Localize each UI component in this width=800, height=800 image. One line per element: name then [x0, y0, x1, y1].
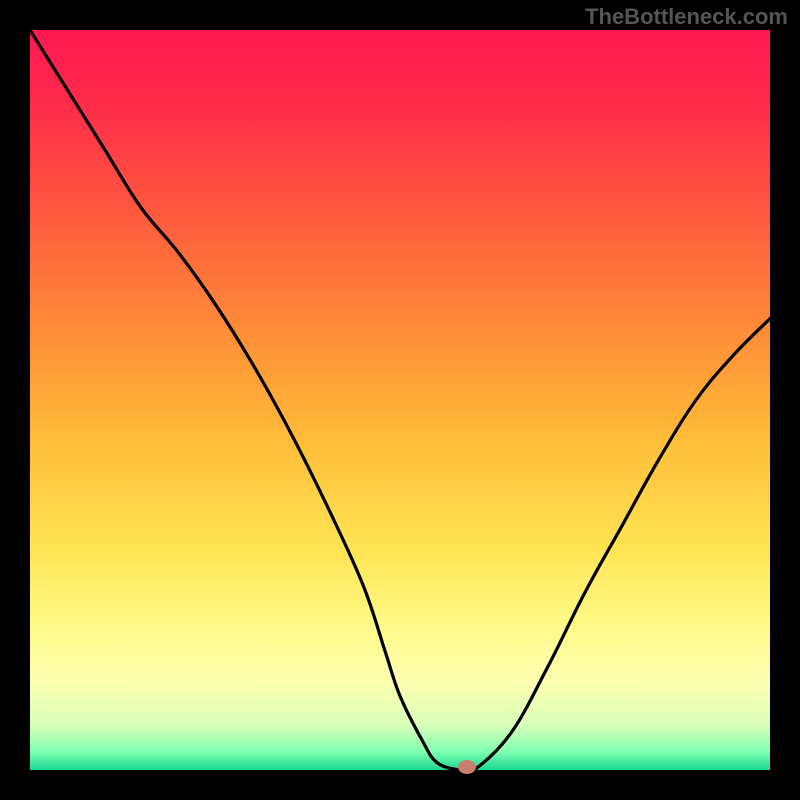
bottleneck-curve [30, 30, 770, 770]
chart-container: TheBottleneck.com [0, 0, 800, 800]
plot-area [30, 30, 770, 770]
optimal-point-marker [458, 760, 476, 774]
watermark-text: TheBottleneck.com [585, 4, 788, 30]
